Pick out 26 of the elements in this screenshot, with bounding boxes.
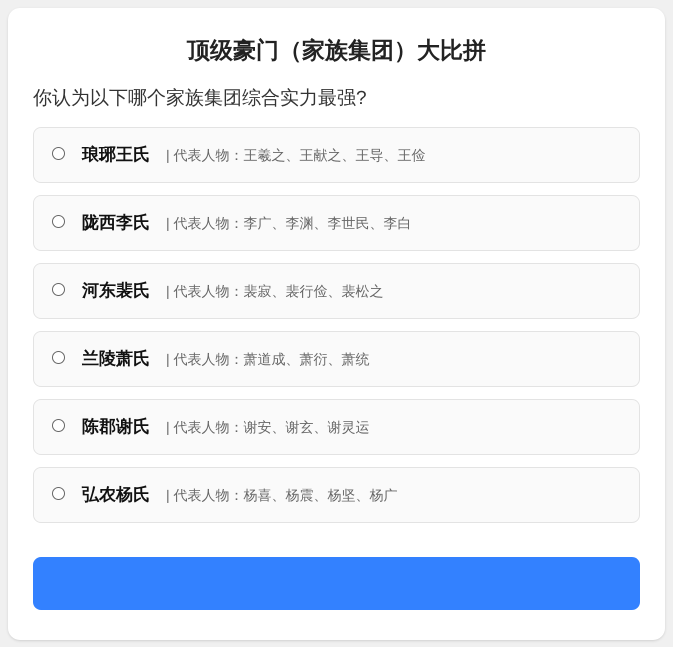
- option-row[interactable]: 琅琊王氏 | 代表人物：王羲之、王献之、王导、王俭: [33, 127, 640, 183]
- radio-button[interactable]: [52, 147, 65, 160]
- family-name: 陇西李氏: [82, 212, 150, 234]
- family-name: 河东裴氏: [82, 280, 150, 302]
- representatives-text: | 代表人物：萧道成、萧衍、萧统: [166, 350, 370, 369]
- family-name: 弘农杨氏: [82, 484, 150, 506]
- family-name: 琅琊王氏: [82, 144, 150, 166]
- option-row[interactable]: 陈郡谢氏 | 代表人物：谢安、谢玄、谢灵运: [33, 399, 640, 455]
- family-name: 陈郡谢氏: [82, 416, 150, 438]
- representatives-text: | 代表人物：李广、李渊、李世民、李白: [166, 214, 412, 233]
- option-row[interactable]: 兰陵萧氏 | 代表人物：萧道成、萧衍、萧统: [33, 331, 640, 387]
- representatives-text: | 代表人物：王羲之、王献之、王导、王俭: [166, 146, 426, 165]
- question-text: 你认为以下哪个家族集团综合实力最强?: [33, 87, 368, 111]
- radio-button[interactable]: [52, 419, 65, 432]
- representatives-text: | 代表人物：杨喜、杨震、杨坚、杨广: [166, 486, 398, 505]
- radio-button[interactable]: [52, 351, 65, 364]
- radio-button[interactable]: [52, 283, 65, 296]
- radio-button[interactable]: [52, 215, 65, 228]
- representatives-text: | 代表人物：裴寂、裴行俭、裴松之: [166, 282, 384, 301]
- option-row[interactable]: 陇西李氏 | 代表人物：李广、李渊、李世民、李白: [33, 195, 640, 251]
- representatives-text: | 代表人物：谢安、谢玄、谢灵运: [166, 418, 370, 437]
- survey-title: 顶级豪门（家族集团）大比拼: [186, 36, 487, 65]
- option-row[interactable]: 河东裴氏 | 代表人物：裴寂、裴行俭、裴松之: [33, 263, 640, 319]
- family-name: 兰陵萧氏: [82, 348, 150, 370]
- option-row[interactable]: 弘农杨氏 | 代表人物：杨喜、杨震、杨坚、杨广: [33, 467, 640, 523]
- radio-button[interactable]: [52, 487, 65, 500]
